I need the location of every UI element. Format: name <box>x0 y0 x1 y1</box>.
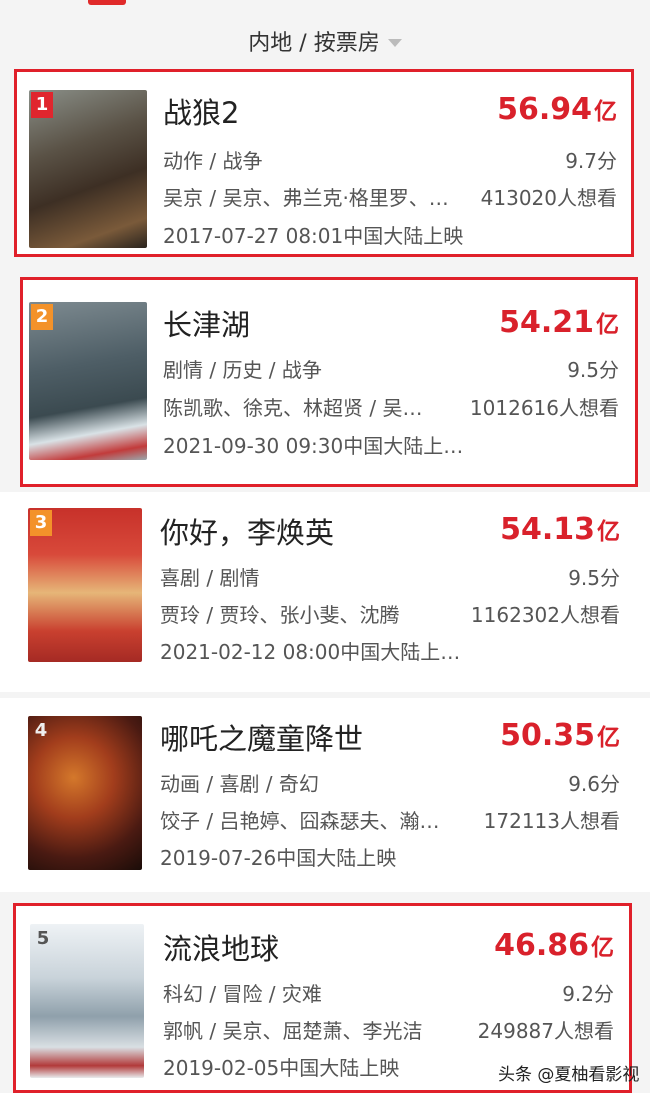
movie-title: 战狼2 <box>163 96 240 130</box>
want-count: 413020人想看 <box>480 186 617 210</box>
movie-title: 流浪地球 <box>163 932 280 966</box>
filter-label: 内地 / 按票房 <box>248 31 380 56</box>
caret-down-icon <box>387 38 402 47</box>
movie-poster: 2 <box>29 302 147 460</box>
box-office: 50.35亿 <box>500 718 620 753</box>
movie-score: 9.7分 <box>565 149 617 173</box>
movie-card-2[interactable]: 2 长津湖 54.21亿 剧情 / 历史 / 战争 9.5分 陈凯歌、徐克、林超… <box>20 277 638 487</box>
movie-card-3[interactable]: 3 你好，李焕英 54.13亿 喜剧 / 剧情 9.5分 贾玲 / 贾玲、张小斐… <box>0 492 650 692</box>
movie-poster: 4 <box>28 716 142 870</box>
movie-genres: 动作 / 战争 <box>163 149 263 173</box>
rank-badge: 5 <box>36 928 50 949</box>
want-count: 172113人想看 <box>483 809 620 833</box>
box-office: 46.86亿 <box>494 928 614 963</box>
release-date: 2017-07-27 08:01中国大陆上映 <box>163 224 464 248</box>
want-count: 249887人想看 <box>477 1019 614 1043</box>
release-date: 2021-09-30 09:30中国大陆上… <box>163 434 464 458</box>
movie-genres: 喜剧 / 剧情 <box>160 566 260 590</box>
box-office: 54.13亿 <box>500 512 620 547</box>
box-office: 54.21亿 <box>499 305 619 340</box>
rank-badge: 1 <box>31 92 53 118</box>
filter-dropdown[interactable]: 内地 / 按票房 <box>0 12 650 70</box>
release-date: 2021-02-12 08:00中国大陆上… <box>160 640 461 664</box>
movie-card-1[interactable]: 1 战狼2 56.94亿 动作 / 战争 9.7分 吴京 / 吴京、弗兰克·格里… <box>14 69 634 257</box>
movie-score: 9.2分 <box>562 982 614 1006</box>
movie-cast: 吴京 / 吴京、弗兰克·格里罗、… <box>163 186 449 210</box>
movie-cast: 陈凯歌、徐克、林超贤 / 吴… <box>163 396 423 420</box>
release-date: 2019-02-05中国大陆上映 <box>163 1056 400 1080</box>
rank-badge: 4 <box>34 720 48 741</box>
movie-cast: 饺子 / 吕艳婷、囧森瑟夫、瀚… <box>160 809 440 833</box>
movie-poster: 5 <box>30 924 144 1078</box>
movie-genres: 动画 / 喜剧 / 奇幻 <box>160 772 319 796</box>
movie-cast: 郭帆 / 吴京、屈楚萧、李光洁 <box>163 1019 423 1043</box>
movie-score: 9.5分 <box>567 358 619 382</box>
watermark: 头条 @夏柚看影视 <box>498 1065 640 1085</box>
movie-poster: 3 <box>28 508 142 662</box>
release-date: 2019-07-26中国大陆上映 <box>160 846 397 870</box>
movie-title: 哪吒之魔童降世 <box>160 722 364 756</box>
active-tab-indicator <box>88 0 126 5</box>
movie-score: 9.6分 <box>568 772 620 796</box>
want-count: 1012616人想看 <box>469 396 619 420</box>
movie-card-4[interactable]: 4 哪吒之魔童降世 50.35亿 动画 / 喜剧 / 奇幻 9.6分 饺子 / … <box>0 698 650 892</box>
movie-genres: 科幻 / 冒险 / 灾难 <box>163 982 322 1006</box>
box-office: 56.94亿 <box>497 92 617 127</box>
movie-cast: 贾玲 / 贾玲、张小斐、沈腾 <box>160 603 400 627</box>
movie-title: 长津湖 <box>163 308 251 342</box>
movie-score: 9.5分 <box>568 566 620 590</box>
movie-title: 你好，李焕英 <box>160 516 335 550</box>
want-count: 1162302人想看 <box>470 603 620 627</box>
movie-poster: 1 <box>29 90 147 248</box>
movie-genres: 剧情 / 历史 / 战争 <box>163 358 322 382</box>
rank-badge: 2 <box>31 304 53 330</box>
rank-badge: 3 <box>30 510 52 536</box>
